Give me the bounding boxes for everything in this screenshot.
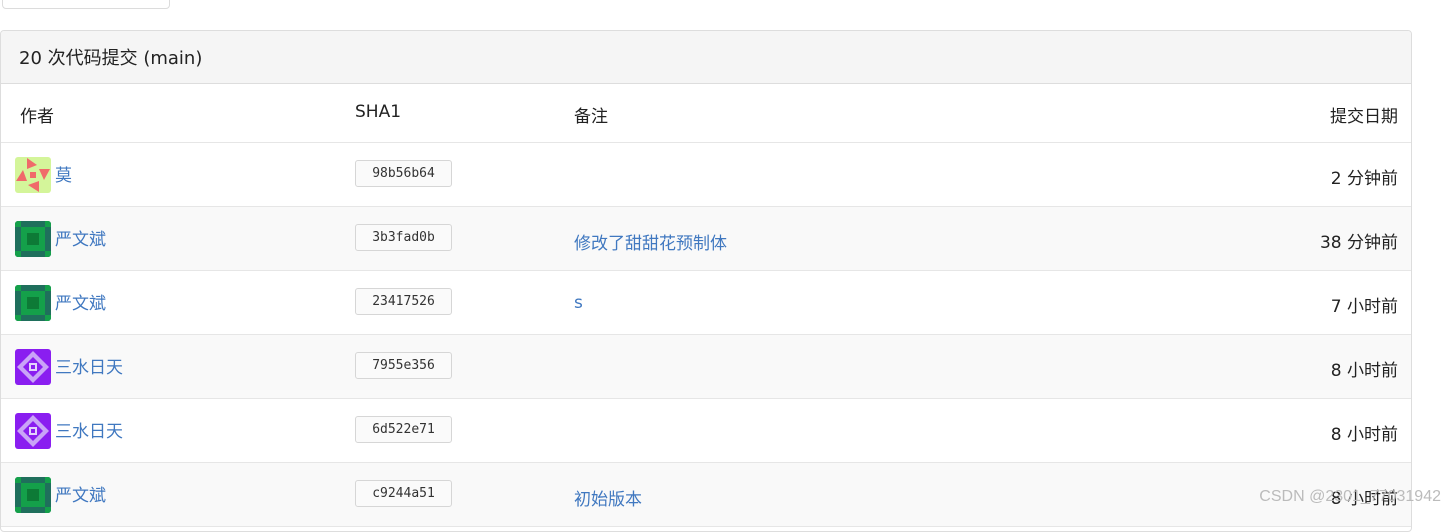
avatar-purple-diamond-icon[interactable] [15, 349, 51, 385]
table-row: 严文斌 c9244a51 初始版本 8 小时前 [1, 463, 1411, 527]
avatar-green-pattern-icon[interactable] [15, 285, 51, 321]
author-cell: 严文斌 [15, 477, 106, 513]
sha-button[interactable]: 98b56b64 [355, 160, 452, 187]
commit-date: 38 分钟前 [1319, 233, 1398, 253]
sha-button[interactable]: 3b3fad0b [355, 224, 452, 251]
author-cell: 严文斌 [15, 285, 106, 321]
sha-button[interactable]: 23417526 [355, 288, 452, 315]
author-link[interactable]: 莫 [55, 161, 72, 186]
avatar-green-pattern-icon[interactable] [15, 477, 51, 513]
commit-date: 7 小时前 [1330, 297, 1398, 317]
commits-panel: 20 次代码提交 (main) 作者 SHA1 备注 提交日期 莫 98b56b… [0, 30, 1412, 532]
author-cell: 严文斌 [15, 221, 106, 257]
author-cell: 三水日天 [15, 349, 123, 385]
author-link[interactable]: 严文斌 [55, 225, 106, 250]
column-header-message: 备注 [574, 107, 608, 127]
table-header: 作者 SHA1 备注 提交日期 [1, 84, 1411, 143]
top-button-stub[interactable] [2, 0, 170, 9]
avatar-green-pattern-icon[interactable] [15, 221, 51, 257]
commit-message-link[interactable]: 修改了甜甜花预制体 [574, 229, 727, 254]
sha-button[interactable]: 7955e356 [355, 352, 452, 379]
author-link[interactable]: 三水日天 [55, 417, 123, 442]
table-row: 严文斌 3b3fad0b 修改了甜甜花预制体 38 分钟前 [1, 207, 1411, 271]
commit-message-link[interactable]: 初始版本 [574, 485, 642, 510]
author-link[interactable]: 三水日天 [55, 353, 123, 378]
table-row: 三水日天 6d522e71 8 小时前 [1, 399, 1411, 463]
table-row: 严文斌 23417526 s 7 小时前 [1, 271, 1411, 335]
column-header-author: 作者 [20, 107, 54, 127]
author-link[interactable]: 严文斌 [55, 289, 106, 314]
commit-message-link[interactable]: s [574, 293, 583, 313]
column-header-sha: SHA1 [355, 102, 402, 122]
commit-date: 2 分钟前 [1330, 169, 1398, 189]
sha-button[interactable]: c9244a51 [355, 480, 452, 507]
column-header-date: 提交日期 [1330, 107, 1398, 127]
avatar-purple-diamond-icon[interactable] [15, 413, 51, 449]
avatar-triangles-icon[interactable] [15, 157, 51, 193]
csdn-watermark: CSDN @2301_77031942 [1259, 488, 1441, 505]
commit-date: 8 小时前 [1330, 425, 1398, 445]
table-row: 三水日天 7955e356 8 小时前 [1, 335, 1411, 399]
sha-button[interactable]: 6d522e71 [355, 416, 452, 443]
author-cell: 三水日天 [15, 413, 123, 449]
author-link[interactable]: 严文斌 [55, 481, 106, 506]
table-row: 莫 98b56b64 2 分钟前 [1, 143, 1411, 207]
commit-date: 8 小时前 [1330, 361, 1398, 381]
panel-title: 20 次代码提交 (main) [1, 31, 1411, 84]
author-cell: 莫 [15, 157, 72, 193]
